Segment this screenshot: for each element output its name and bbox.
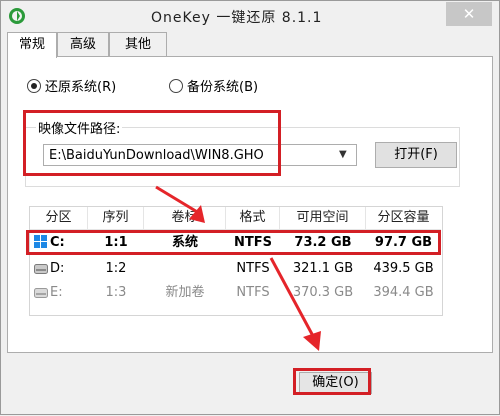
table-row[interactable]: E: 1:3 新加卷 NTFS 370.3 GB 394.4 GB <box>30 282 441 304</box>
table-header: 分区 序列 卷标 格式 可用空间 分区容量 <box>30 207 441 230</box>
cell-free: 370.3 GB <box>292 285 354 300</box>
cell-label: 系统 <box>171 235 198 250</box>
radio-selected-icon <box>27 79 41 93</box>
column-header-size: 分区容量 <box>377 210 430 225</box>
cell-size: 394.4 GB <box>373 285 434 300</box>
cell-label: 新加卷 <box>165 285 205 300</box>
cell-partition: D: <box>50 261 65 276</box>
cell-seq: 1:1 <box>104 235 128 250</box>
tab-other[interactable]: 其他 <box>109 32 167 57</box>
column-header-free: 可用空间 <box>280 207 366 229</box>
column-header-seq: 序列 <box>88 207 144 229</box>
tab-general[interactable]: 常规 <box>7 32 57 58</box>
cell-free: 73.2 GB <box>294 235 352 250</box>
column-header-format: 格式 <box>226 207 280 229</box>
window-title: OneKey 一键还原 8.1.1 <box>151 10 323 26</box>
onekey-window: OneKey 一键还原 8.1.1 ✕ 常规 高级 其他 还原系统(R) 备份系… <box>0 0 500 415</box>
radio-unselected-icon <box>169 79 183 93</box>
table-row[interactable]: C: 1:1 系统 NTFS 73.2 GB 97.7 GB <box>30 232 441 254</box>
tab-advanced[interactable]: 高级 <box>57 32 109 57</box>
cell-partition: C: <box>50 235 65 250</box>
cell-format: NTFS <box>236 285 270 300</box>
cell-free: 321.1 GB <box>292 261 354 276</box>
close-button[interactable]: ✕ <box>446 2 492 26</box>
restore-system-label: 还原系统(R) <box>45 80 117 95</box>
cell-size: 439.5 GB <box>373 261 434 276</box>
restore-system-radio[interactable]: 还原系统(R) <box>27 79 116 97</box>
cell-seq: 1:2 <box>105 261 127 276</box>
column-header-partition: 分区 <box>30 207 88 229</box>
cell-partition: E: <box>50 285 63 300</box>
ok-button[interactable]: 确定(O) <box>299 372 372 394</box>
cell-label <box>144 258 226 280</box>
column-header-label: 卷标 <box>144 207 226 229</box>
title-bar: OneKey 一键还原 8.1.1 ✕ <box>1 1 499 31</box>
table-row[interactable]: D: 1:2 NTFS 321.1 GB 439.5 GB <box>30 258 441 280</box>
backup-system-label: 备份系统(B) <box>187 80 259 95</box>
cell-size: 97.7 GB <box>374 235 433 250</box>
backup-system-radio[interactable]: 备份系统(B) <box>169 79 258 97</box>
image-path-label: 映像文件路径: <box>36 118 123 137</box>
cell-format: NTFS <box>234 235 272 250</box>
cell-seq: 1:3 <box>105 285 127 300</box>
cell-format: NTFS <box>236 261 270 276</box>
image-path-combobox[interactable]: E:\BaiduYunDownload\WIN8.GHO <box>43 144 357 166</box>
chevron-down-icon[interactable]: ▼ <box>339 149 347 160</box>
app-icon <box>9 8 25 24</box>
drive-icon <box>34 264 48 274</box>
drive-icon <box>34 288 48 298</box>
open-file-button[interactable]: 打开(F) <box>375 142 457 168</box>
windows-drive-icon <box>34 235 47 248</box>
